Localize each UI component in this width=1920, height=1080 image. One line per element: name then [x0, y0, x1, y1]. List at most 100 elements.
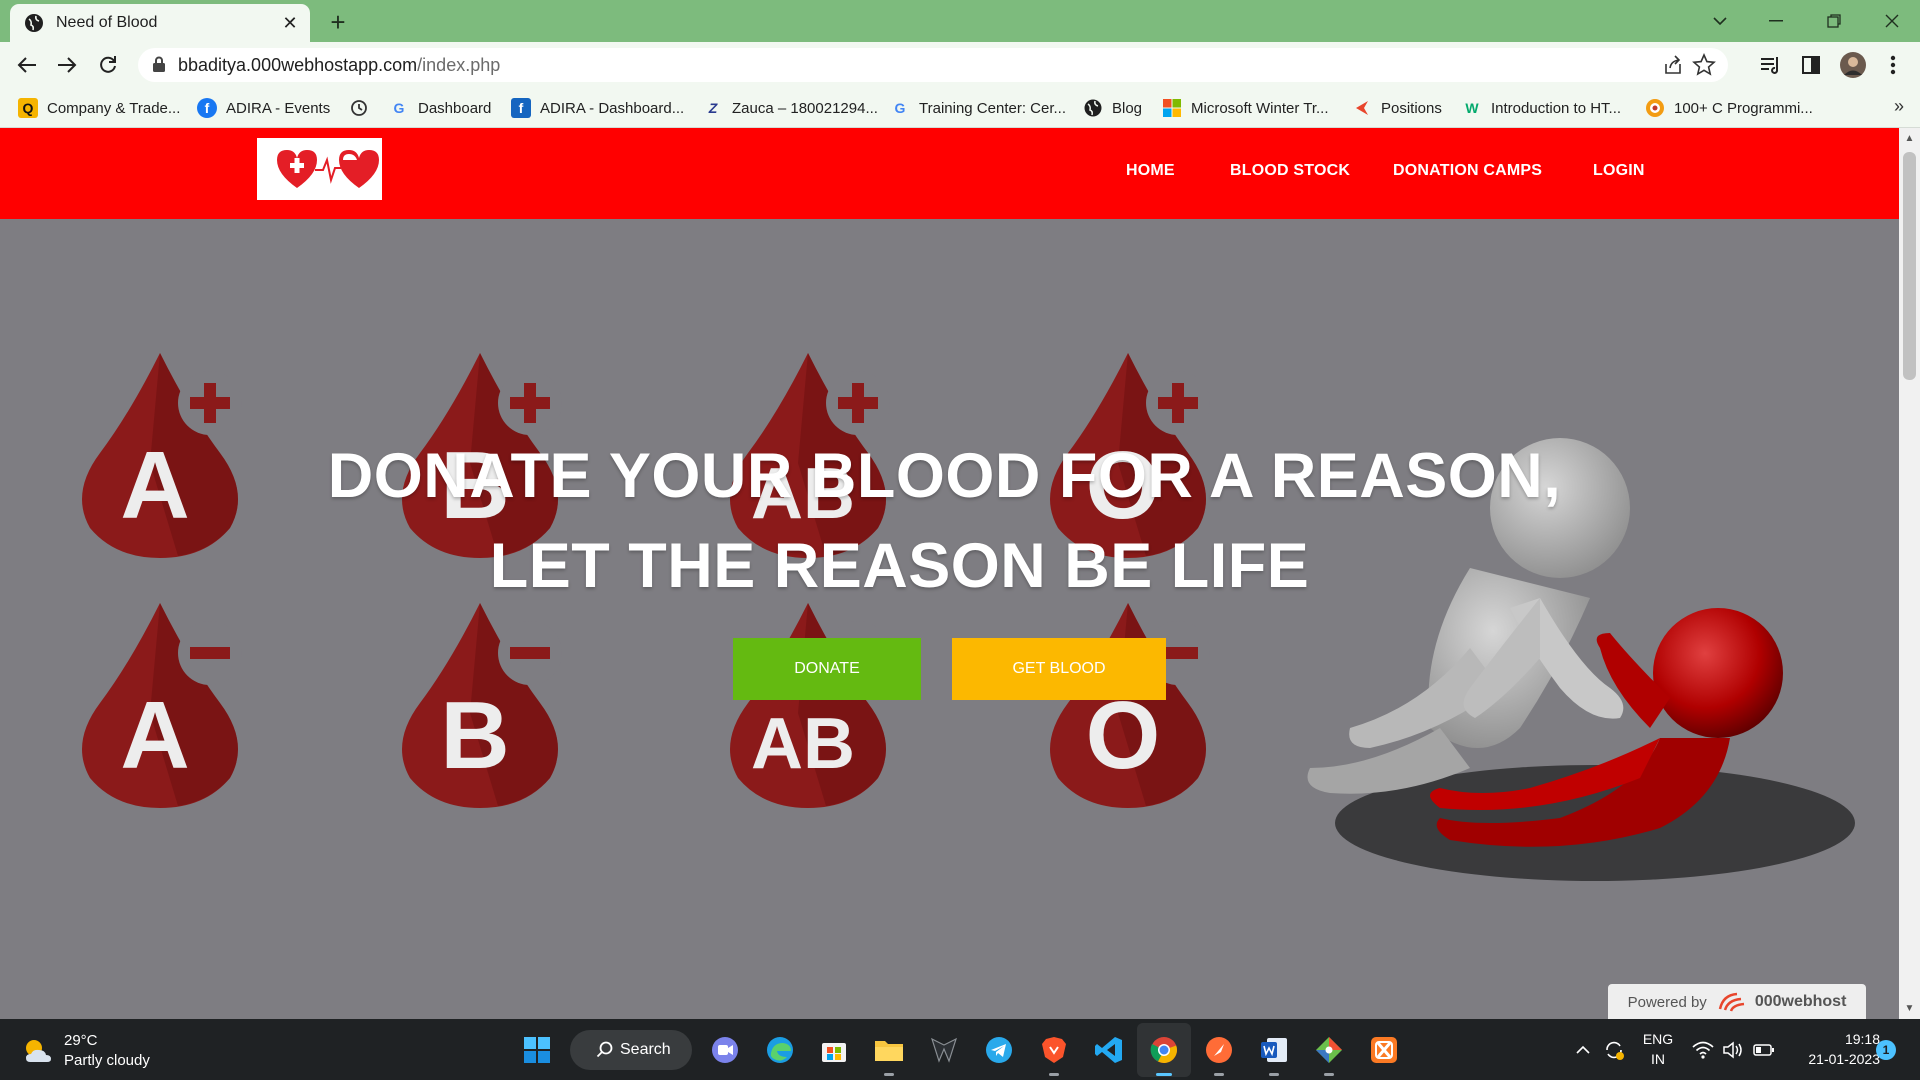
- region-code: IN: [1651, 1051, 1665, 1067]
- close-icon: [1885, 14, 1899, 28]
- scroll-up-arrow-icon[interactable]: ▲: [1899, 128, 1920, 149]
- running-indicator: [1269, 1073, 1279, 1076]
- reload-button[interactable]: [93, 50, 123, 80]
- more-bookmarks-button[interactable]: »: [1894, 96, 1904, 117]
- taskbar-word-app[interactable]: [1257, 1033, 1291, 1076]
- taskbar-search-label: Search: [620, 1041, 671, 1058]
- weather-description: Partly cloudy: [64, 1052, 150, 1069]
- wifi-icon[interactable]: [1692, 1041, 1714, 1059]
- windows-icon: [524, 1037, 550, 1063]
- partly-cloudy-icon: [26, 1040, 51, 1062]
- taskbar-xampp-app[interactable]: [1367, 1033, 1401, 1067]
- xampp-icon: [1371, 1037, 1397, 1063]
- sync-icon[interactable]: [1603, 1039, 1625, 1061]
- taskbar-file-explorer[interactable]: [872, 1033, 906, 1076]
- word-icon: [1261, 1038, 1287, 1062]
- bookmark-dashboard[interactable]: G Dashboard: [389, 97, 492, 119]
- running-indicator: [884, 1073, 894, 1076]
- clock[interactable]: 19:18 21-01-2023: [1788, 1029, 1880, 1069]
- bookmark-training-center[interactable]: G Training Center: Cer...: [890, 97, 1066, 119]
- blood-drop-o-negative: O: [1050, 603, 1210, 808]
- search-icon: [596, 1041, 613, 1058]
- powered-by-text: Powered by: [1627, 993, 1707, 1011]
- battery-icon[interactable]: [1753, 1043, 1775, 1057]
- bookmark-adira-events[interactable]: f ADIRA - Events: [197, 97, 330, 119]
- blood-drop-ab-negative: AB: [730, 603, 890, 808]
- taskbar-postman-app[interactable]: [1202, 1033, 1236, 1076]
- edge-icon: [767, 1037, 793, 1063]
- bookmark-zauca[interactable]: Z Zauca – 180021294...: [703, 97, 878, 119]
- close-window-button[interactable]: [1864, 0, 1920, 42]
- forward-button[interactable]: [52, 50, 82, 80]
- get-blood-button[interactable]: GET BLOOD: [952, 638, 1166, 700]
- minimize-icon: [1769, 20, 1783, 22]
- close-tab-icon[interactable]: ✕: [276, 9, 304, 37]
- minimize-button[interactable]: [1748, 0, 1804, 42]
- taskbar-brave-app[interactable]: [1037, 1033, 1071, 1076]
- powered-by-brand: 000webhost: [1754, 993, 1847, 1010]
- browser-tab[interactable]: Need of Blood ✕: [10, 4, 310, 42]
- bookmark-positions[interactable]: Positions: [1352, 97, 1442, 119]
- taskbar-search[interactable]: Search: [570, 1030, 692, 1070]
- bookmark-label: ADIRA - Dashboard...: [540, 99, 685, 117]
- side-panel-button[interactable]: [1796, 50, 1826, 80]
- tab-title: Need of Blood: [56, 14, 158, 31]
- url-domain: bbaditya.000webhostapp.com: [178, 55, 418, 75]
- new-tab-button[interactable]: +: [324, 8, 352, 36]
- reading-list-button[interactable]: [1756, 50, 1786, 80]
- powered-by-badge[interactable]: Powered by 000webhost: [1608, 984, 1866, 1019]
- bookmark-history[interactable]: [349, 97, 378, 119]
- weather-widget[interactable]: 29°C Partly cloudy: [22, 1031, 150, 1071]
- notification-badge[interactable]: 1: [1876, 1040, 1896, 1060]
- donate-button[interactable]: DONATE: [733, 638, 921, 700]
- site-logo[interactable]: [257, 138, 382, 200]
- menu-button[interactable]: [1878, 50, 1908, 80]
- page-viewport: A B AB O A B AB O HOME BLOOD STOCK DONATION CAM…: [0, 128, 1899, 1019]
- profile-button[interactable]: [1838, 50, 1868, 80]
- quora-icon: Q: [18, 98, 38, 118]
- taskbar-telegram-app[interactable]: [982, 1033, 1016, 1067]
- telegram-icon: [986, 1037, 1012, 1063]
- reading-list-icon: [1761, 57, 1778, 74]
- start-button[interactable]: [520, 1033, 554, 1067]
- taskbar-git-app[interactable]: [1312, 1033, 1346, 1076]
- running-indicator: [1156, 1073, 1172, 1076]
- taskbar-chat-app[interactable]: [708, 1033, 742, 1067]
- page-scrollbar[interactable]: ▲ ▼: [1899, 128, 1920, 1019]
- share-icon[interactable]: [1662, 54, 1684, 76]
- tab-search-button[interactable]: [1692, 0, 1748, 42]
- taskbar-chrome-app[interactable]: [1137, 1023, 1191, 1077]
- scroll-down-arrow-icon[interactable]: ▼: [1899, 998, 1920, 1019]
- bookmark-blog[interactable]: Blog: [1083, 97, 1142, 119]
- site-navbar: HOME BLOOD STOCK DONATION CAMPS LOGIN: [0, 128, 1899, 219]
- blood-drop-b-negative: B: [402, 603, 562, 808]
- nav-donation-camps-link[interactable]: DONATION CAMPS: [1393, 162, 1542, 180]
- back-button[interactable]: [12, 50, 42, 80]
- volume-icon[interactable]: [1722, 1041, 1744, 1059]
- logo-heart-icon: [277, 150, 379, 188]
- input-language-indicator[interactable]: ENG IN: [1638, 1029, 1678, 1069]
- bookmark-intro-html[interactable]: W Introduction to HT...: [1462, 97, 1621, 119]
- bookmark-microsoft-winter[interactable]: Microsoft Winter Tr...: [1162, 97, 1329, 119]
- bookmark-c-programming[interactable]: 100+ C Programmi...: [1645, 97, 1813, 119]
- restore-button[interactable]: [1806, 0, 1862, 42]
- taskbar-store-app[interactable]: [817, 1033, 851, 1067]
- nav-blood-stock-link[interactable]: BLOOD STOCK: [1230, 162, 1350, 180]
- taskbar-edge-app[interactable]: [763, 1033, 797, 1067]
- taskbar-vscode-app[interactable]: [1092, 1033, 1126, 1067]
- bookmark-adira-dashboard[interactable]: f ADIRA - Dashboard...: [511, 97, 684, 119]
- clock-date: 21-01-2023: [1808, 1051, 1880, 1067]
- taskbar-predator-app[interactable]: [927, 1033, 961, 1067]
- url-text: bbaditya.000webhostapp.com/index.php: [178, 55, 500, 76]
- bookmark-label: 100+ C Programmi...: [1674, 99, 1813, 117]
- blood-drop-a-negative: A: [82, 603, 242, 808]
- google-icon: G: [894, 100, 906, 116]
- browser-toolbar: bbaditya.000webhostapp.com/index.php: [0, 42, 1920, 88]
- nav-login-link[interactable]: LOGIN: [1593, 162, 1645, 180]
- scroll-thumb[interactable]: [1903, 152, 1916, 380]
- show-hidden-icons-chevron-icon[interactable]: [1575, 1045, 1591, 1055]
- address-bar[interactable]: bbaditya.000webhostapp.com/index.php: [138, 48, 1728, 82]
- nav-home-link[interactable]: HOME: [1126, 162, 1175, 180]
- bookmark-star-icon[interactable]: [1692, 53, 1716, 77]
- bookmark-company-trade[interactable]: Q Company & Trade...: [18, 97, 180, 119]
